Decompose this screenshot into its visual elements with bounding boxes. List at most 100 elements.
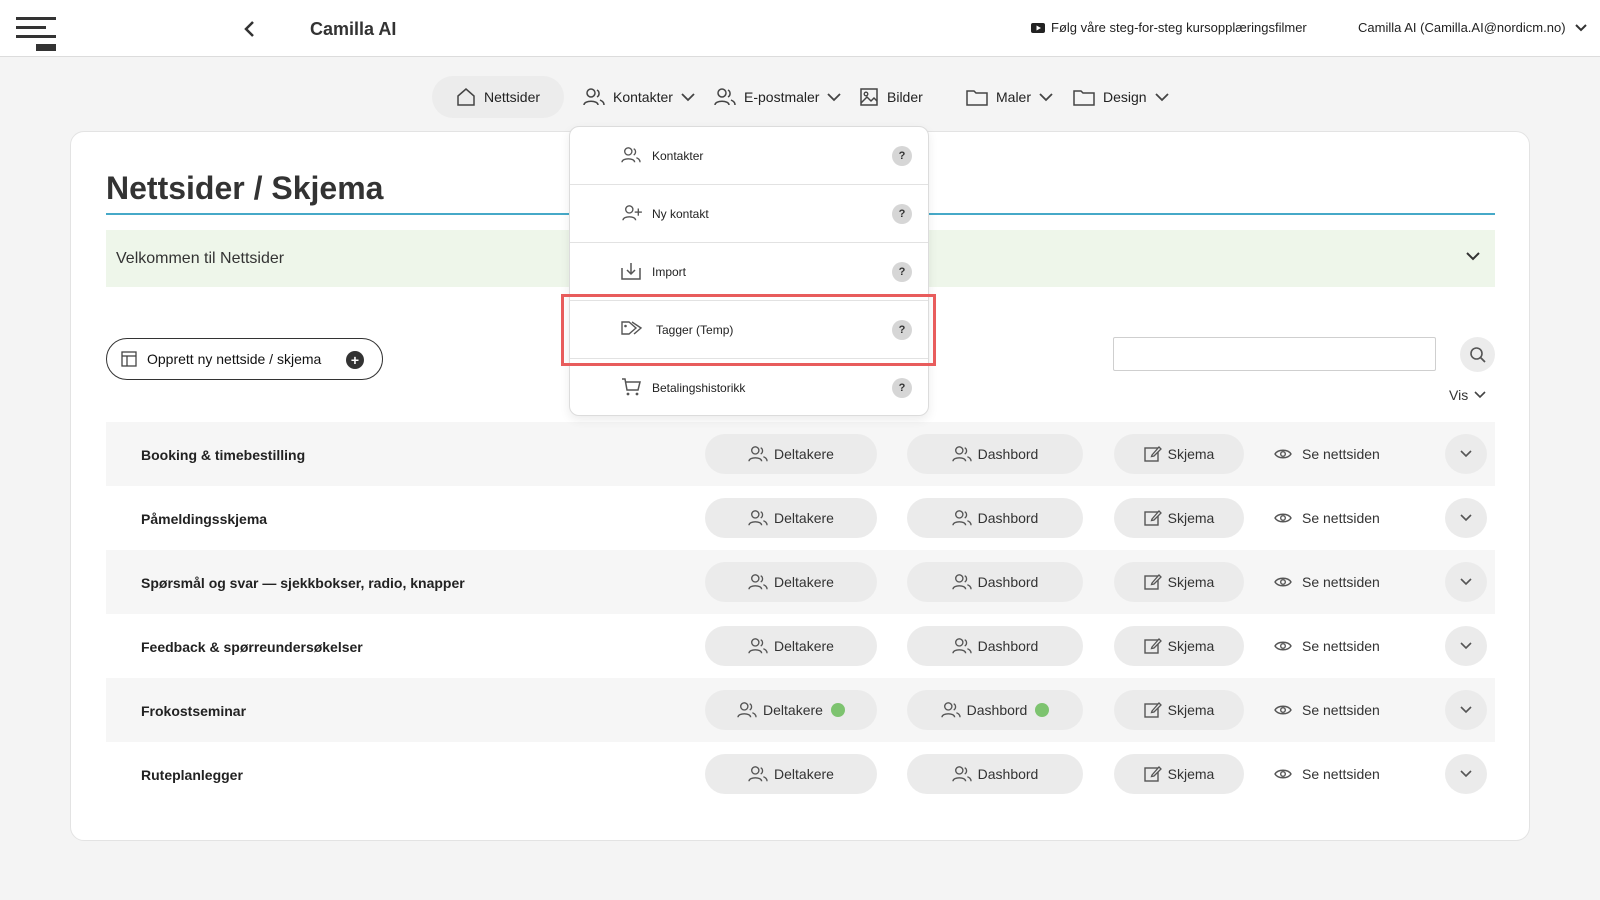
users-icon (951, 446, 972, 462)
chevron-down-icon (1460, 770, 1472, 778)
nav-item-label: Design (1103, 89, 1147, 105)
chevron-down-icon (1460, 578, 1472, 586)
dropdown-item-tagger[interactable]: Tagger (Temp) ? (570, 301, 928, 359)
chevron-down-icon (1460, 706, 1472, 714)
participants-label: Deltakere (774, 574, 834, 590)
nav-item-epostmaler[interactable]: E-postmaler (714, 76, 842, 118)
tutorial-link[interactable]: Følg våre steg-for-steg kursopplæringsfi… (1031, 20, 1307, 35)
dashboard-button[interactable]: Dashbord (907, 498, 1083, 538)
dropdown-item-label: Import (652, 265, 687, 279)
row-expand-button[interactable] (1445, 498, 1487, 538)
create-page-label: Opprett ny nettside / skjema (147, 351, 322, 367)
dashboard-label: Dashbord (977, 766, 1039, 782)
dropdown-item-label: Ny kontakt (652, 207, 709, 221)
row-title: Ruteplanlegger (141, 767, 243, 783)
dashboard-button[interactable]: Dashbord (907, 754, 1083, 794)
menu-icon[interactable] (16, 17, 58, 53)
dropdown-item-betalingshistorikk[interactable]: Betalingshistorikk ? (570, 359, 928, 417)
participants-button[interactable]: Deltakere (705, 562, 877, 602)
form-button[interactable]: Skjema (1114, 690, 1244, 730)
participants-button[interactable]: Deltakere (705, 754, 877, 794)
row-title: Påmeldingsskjema (141, 511, 268, 527)
nav-item-design[interactable]: Design (1073, 76, 1169, 118)
back-chevron-icon[interactable] (242, 19, 258, 39)
eye-icon (1274, 449, 1292, 459)
form-label: Skjema (1167, 638, 1215, 654)
users-icon (748, 638, 768, 654)
vis-label: Vis (1449, 387, 1469, 403)
help-icon[interactable]: ? (892, 204, 912, 224)
row-expand-button[interactable] (1445, 626, 1487, 666)
view-website-link[interactable]: Se nettsiden (1274, 562, 1380, 602)
form-label: Skjema (1167, 510, 1215, 526)
users-icon (951, 574, 972, 590)
dashboard-button[interactable]: Dashbord (907, 626, 1083, 666)
form-button[interactable]: Skjema (1114, 434, 1244, 474)
user-menu[interactable]: Camilla AI (Camilla.AI@nordicm.no) (1358, 20, 1588, 35)
edit-icon (1143, 638, 1162, 654)
table-row: Ruteplanlegger Deltakere Dashbord Skjema… (106, 742, 1495, 806)
form-label: Skjema (1167, 766, 1215, 782)
folder-icon (966, 90, 988, 106)
nav-item-label: Bilder (887, 89, 923, 105)
chevron-down-icon (1460, 642, 1472, 650)
dashboard-label: Dashbord (977, 446, 1039, 462)
participants-button[interactable]: Deltakere (705, 690, 877, 730)
participants-button[interactable]: Deltakere (705, 498, 877, 538)
users-icon (621, 147, 641, 163)
chevron-down-icon (827, 93, 842, 102)
help-icon[interactable]: ? (892, 378, 912, 398)
eye-icon (1274, 641, 1292, 651)
row-expand-button[interactable] (1445, 562, 1487, 602)
nav-item-maler[interactable]: Maler (966, 76, 1053, 118)
view-website-link[interactable]: Se nettsiden (1274, 690, 1380, 730)
chevron-down-icon (681, 93, 695, 102)
dropdown-item-ny-kontakt[interactable]: Ny kontakt ? (570, 185, 928, 243)
view-website-label: Se nettsiden (1302, 510, 1380, 526)
status-dot (1035, 703, 1050, 717)
row-expand-button[interactable] (1445, 690, 1487, 730)
view-website-link[interactable]: Se nettsiden (1274, 434, 1380, 474)
dashboard-button[interactable]: Dashbord (907, 562, 1083, 602)
view-website-label: Se nettsiden (1302, 574, 1380, 590)
nav-item-bilder[interactable]: Bilder (859, 76, 923, 118)
participants-button[interactable]: Deltakere (705, 434, 877, 474)
nav-item-kontakter[interactable]: Kontakter (583, 76, 695, 118)
form-button[interactable]: Skjema (1114, 498, 1244, 538)
view-website-link[interactable]: Se nettsiden (1274, 626, 1380, 666)
nav-item-label: E-postmaler (744, 89, 820, 105)
form-button[interactable]: Skjema (1114, 562, 1244, 602)
users-icon (714, 88, 736, 106)
dashboard-button[interactable]: Dashbord (907, 690, 1083, 730)
view-website-link[interactable]: Se nettsiden (1274, 754, 1380, 794)
table-row: Feedback & spørreundersøkelser Deltakere… (106, 614, 1495, 678)
help-icon[interactable]: ? (892, 146, 912, 166)
search-button[interactable] (1460, 337, 1495, 372)
nav-item-nettsider[interactable]: Nettsider (432, 76, 565, 118)
users-icon (940, 702, 961, 718)
search-icon (1469, 346, 1486, 363)
dashboard-label: Dashbord (977, 510, 1039, 526)
participants-button[interactable]: Deltakere (705, 626, 877, 666)
participants-label: Deltakere (774, 766, 834, 782)
nav-item-label: Kontakter (613, 89, 673, 105)
edit-icon (1143, 510, 1162, 526)
help-icon[interactable]: ? (892, 262, 912, 282)
participants-label: Deltakere (763, 702, 823, 718)
search-input[interactable] (1113, 337, 1436, 371)
view-website-link[interactable]: Se nettsiden (1274, 498, 1380, 538)
dropdown-item-kontakter[interactable]: Kontakter ? (570, 127, 928, 185)
dashboard-label: Dashbord (977, 638, 1039, 654)
dashboard-button[interactable]: Dashbord (907, 434, 1083, 474)
form-button[interactable]: Skjema (1114, 626, 1244, 666)
row-expand-button[interactable] (1445, 434, 1487, 474)
form-button[interactable]: Skjema (1114, 754, 1244, 794)
users-icon (748, 766, 768, 782)
help-icon[interactable]: ? (892, 320, 912, 340)
view-website-label: Se nettsiden (1302, 702, 1380, 718)
vis-dropdown[interactable]: Vis (1449, 387, 1486, 403)
create-page-button[interactable]: Opprett ny nettside / skjema + (106, 338, 383, 380)
row-expand-button[interactable] (1445, 754, 1487, 794)
view-website-label: Se nettsiden (1302, 766, 1380, 782)
dropdown-item-import[interactable]: Import ? (570, 243, 928, 301)
